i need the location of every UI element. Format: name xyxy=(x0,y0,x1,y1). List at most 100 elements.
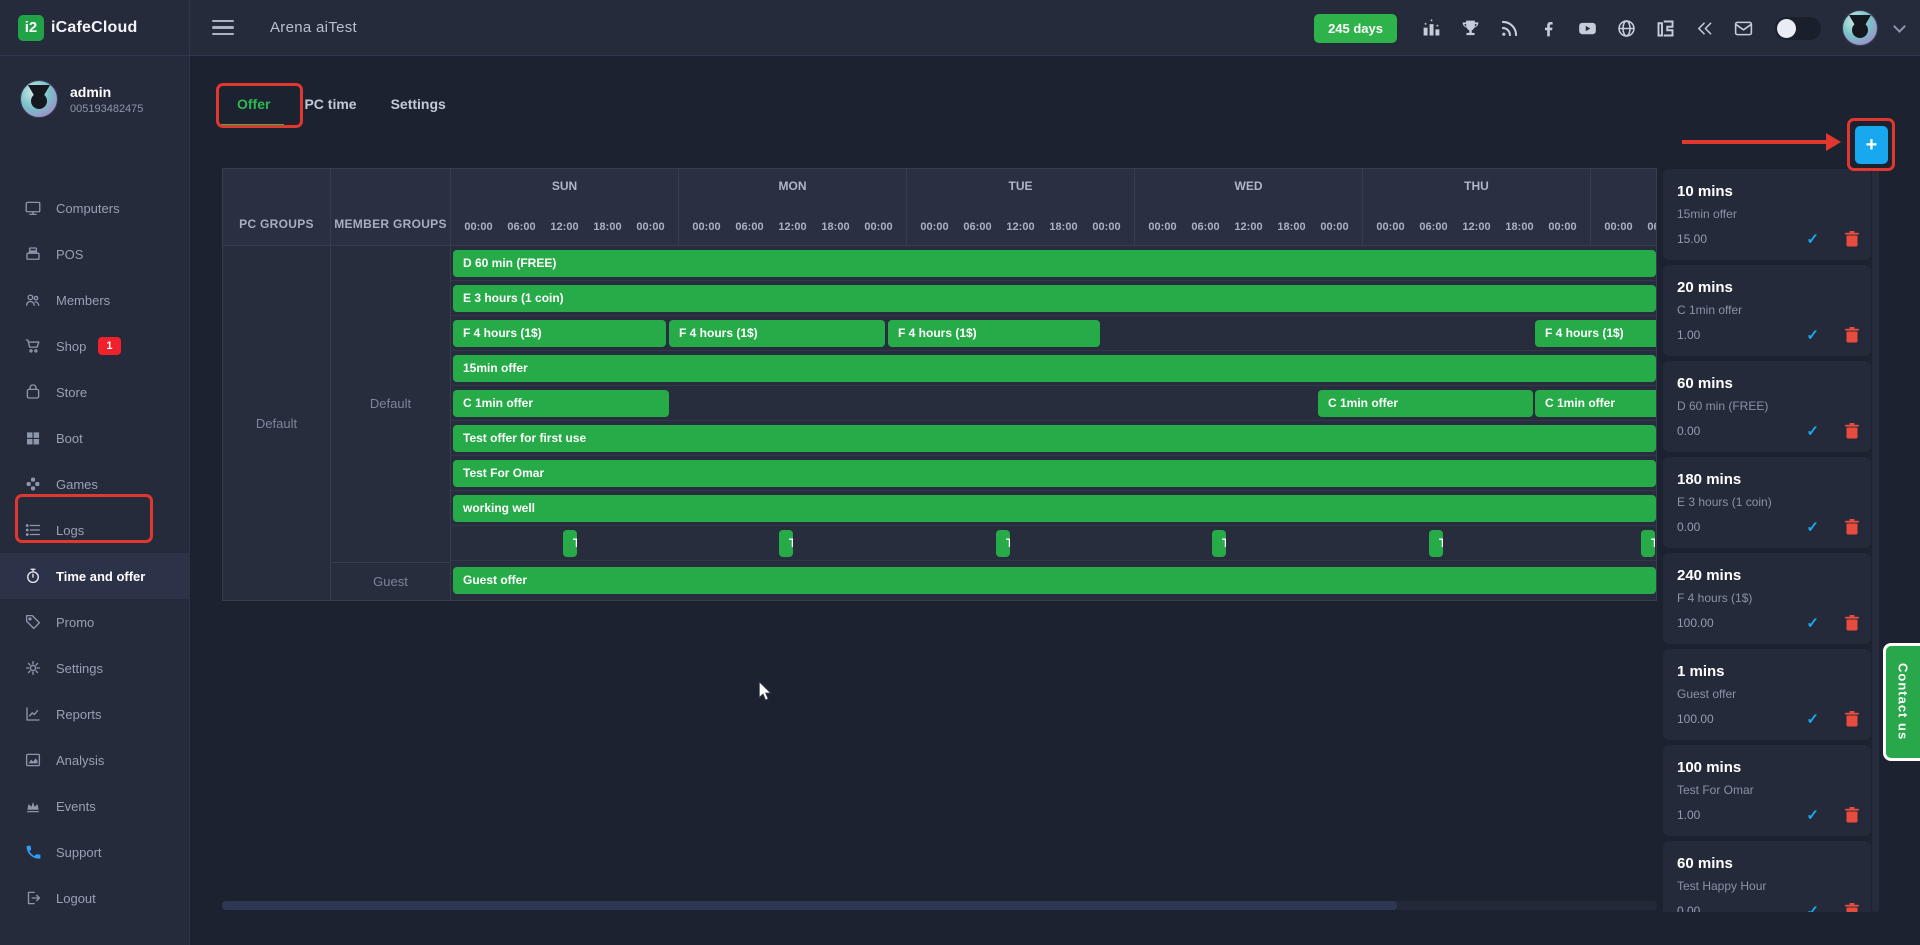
app-window: i2 iCafeCloud Arena aiTest 245 days admi… xyxy=(0,0,1920,945)
offer-duration: 60 mins xyxy=(1677,375,1859,392)
sidebar-item-games[interactable]: Games xyxy=(0,461,190,507)
offer-bar-c-1min-offer[interactable]: C 1min offer xyxy=(1318,390,1533,417)
offer-bar-test-happy-hour[interactable]: Test Happy Hour xyxy=(996,530,1010,557)
offer-bar-f-4-hours-1-[interactable]: F 4 hours (1$) xyxy=(1535,320,1656,347)
sidebar-item-boot[interactable]: Boot xyxy=(0,415,190,461)
sidebar-item-settings[interactable]: Settings xyxy=(0,645,190,691)
trash-icon[interactable] xyxy=(1845,807,1859,823)
sidebar-item-reports[interactable]: Reports xyxy=(0,691,190,737)
trash-icon[interactable] xyxy=(1845,711,1859,727)
check-icon[interactable]: ✓ xyxy=(1806,710,1819,728)
sidebar-item-label: Time and offer xyxy=(56,569,145,584)
mail-icon[interactable] xyxy=(1732,17,1754,39)
annotation-arrow xyxy=(1682,140,1828,144)
schedule-row: D 60 min (FREE) xyxy=(451,246,1656,281)
sidebar-item-label: Store xyxy=(56,385,87,400)
day-name: WED xyxy=(1135,179,1362,193)
sidebar-item-members[interactable]: Members xyxy=(0,277,190,323)
add-offer-button[interactable]: + xyxy=(1855,126,1888,164)
check-icon[interactable]: ✓ xyxy=(1806,614,1819,632)
check-icon[interactable]: ✓ xyxy=(1806,518,1819,536)
offer-bar-working-well[interactable]: working well xyxy=(453,495,1656,522)
offer-bar-15min-offer[interactable]: 15min offer xyxy=(453,355,1656,382)
time-tick: 00:00 xyxy=(685,221,728,233)
icafe-icon[interactable] xyxy=(1654,17,1676,39)
offer-bar-e-3-hours-1-coin-[interactable]: E 3 hours (1 coin) xyxy=(453,285,1656,312)
schedule-row: Test Happy Hour Test Happy Hour Test Happy… xyxy=(451,526,1656,561)
offer-card[interactable]: 10 mins15min offer15.00✓ xyxy=(1663,169,1871,260)
offer-card[interactable]: 60 minsTest Happy Hour0.00✓ xyxy=(1663,841,1871,912)
offer-name: C 1min offer xyxy=(1677,303,1859,317)
theme-toggle[interactable] xyxy=(1775,17,1821,40)
check-icon[interactable]: ✓ xyxy=(1806,806,1819,824)
ranking-icon[interactable] xyxy=(1420,17,1442,39)
schedule-row: working well xyxy=(451,491,1656,526)
sidebar-user-block[interactable]: admin 005193482475 xyxy=(0,56,189,128)
schedule-row: E 3 hours (1 coin) xyxy=(451,281,1656,316)
offer-bar-test-offer-for-first-use[interactable]: Test offer for first use xyxy=(453,425,1656,452)
trash-icon[interactable] xyxy=(1845,231,1859,247)
offer-bar-test-for-omar[interactable]: Test For Omar xyxy=(453,460,1656,487)
sidebar-item-promo[interactable]: Promo xyxy=(0,599,190,645)
trash-icon[interactable] xyxy=(1845,903,1859,912)
check-icon[interactable]: ✓ xyxy=(1806,422,1819,440)
license-days-badge[interactable]: 245 days xyxy=(1314,14,1397,43)
offer-bar-f-4-hours-1-[interactable]: F 4 hours (1$) xyxy=(888,320,1100,347)
offer-bar-f-4-hours-1-[interactable]: F 4 hours (1$) xyxy=(453,320,666,347)
check-icon[interactable]: ✓ xyxy=(1806,326,1819,344)
offer-bar-test-happy-hour[interactable]: Test Happy Hour xyxy=(1212,530,1226,557)
offer-bar-test-happy-hour[interactable]: Test Happy Hour xyxy=(563,530,577,557)
sidebar-item-label: Logout xyxy=(56,891,96,906)
time-ticks: 00:0006:0012:0018:0000:00 xyxy=(1135,221,1362,233)
sidebar-item-logs[interactable]: Logs xyxy=(0,507,190,553)
offer-bar-guest-offer[interactable]: Guest offer xyxy=(453,567,1656,594)
tab-offer[interactable]: Offer xyxy=(237,96,270,126)
offers-panel-scrollbar[interactable] xyxy=(1872,169,1879,912)
offer-card[interactable]: 180 minsE 3 hours (1 coin)0.00✓ xyxy=(1663,457,1871,548)
hamburger-menu-icon[interactable] xyxy=(212,16,234,40)
sidebar-item-analysis[interactable]: Analysis xyxy=(0,737,190,783)
mouse-cursor xyxy=(757,682,775,707)
trophy-icon[interactable] xyxy=(1459,17,1481,39)
horizontal-scrollbar-track[interactable] xyxy=(222,901,1657,910)
trash-icon[interactable] xyxy=(1845,615,1859,631)
tab-settings[interactable]: Settings xyxy=(391,96,446,126)
sidebar-item-support[interactable]: Support xyxy=(0,829,190,875)
sidebar-item-pos[interactable]: POS xyxy=(0,231,190,277)
sidebar-item-shop[interactable]: Shop1 xyxy=(0,323,190,369)
trash-icon[interactable] xyxy=(1845,327,1859,343)
offer-bar-test-happy-hour[interactable]: Test Happy Hour xyxy=(1641,530,1655,557)
time-ticks: 00:0006:0012:0018:0000:00 xyxy=(679,221,906,233)
offer-bar-test-happy-hour[interactable]: Test Happy Hour xyxy=(1429,530,1443,557)
offer-bar-f-4-hours-1-[interactable]: F 4 hours (1$) xyxy=(669,320,885,347)
trash-icon[interactable] xyxy=(1845,423,1859,439)
horizontal-scrollbar-thumb[interactable] xyxy=(222,901,1397,910)
globe-icon[interactable] xyxy=(1615,17,1637,39)
offer-card[interactable]: 20 minsC 1min offer1.00✓ xyxy=(1663,265,1871,356)
user-avatar[interactable] xyxy=(1842,10,1878,46)
contact-us-button[interactable]: Contact us xyxy=(1883,643,1920,761)
offer-card[interactable]: 100 minsTest For Omar1.00✓ xyxy=(1663,745,1871,836)
day-column-mon: MON00:0006:0012:0018:0000:00 xyxy=(679,169,907,245)
trash-icon[interactable] xyxy=(1845,519,1859,535)
offer-card[interactable]: 1 minsGuest offer100.00✓ xyxy=(1663,649,1871,740)
facebook-icon[interactable] xyxy=(1537,17,1559,39)
sidebar-item-logout[interactable]: Logout xyxy=(0,875,190,921)
check-icon[interactable]: ✓ xyxy=(1806,902,1819,912)
chevron-down-icon[interactable] xyxy=(1893,20,1906,33)
youtube-icon[interactable] xyxy=(1576,17,1598,39)
sidebar-item-store[interactable]: Store xyxy=(0,369,190,415)
offer-bar-c-1min-offer[interactable]: C 1min offer xyxy=(453,390,669,417)
offer-bar-c-1min-offer[interactable]: C 1min offer xyxy=(1535,390,1656,417)
offer-card[interactable]: 60 minsD 60 min (FREE)0.00✓ xyxy=(1663,361,1871,452)
sidebar-item-time-and-offer[interactable]: Time and offer xyxy=(0,553,190,599)
offer-bar-d-60-min-free-[interactable]: D 60 min (FREE) xyxy=(453,250,1656,277)
tab-pc-time[interactable]: PC time xyxy=(304,96,356,126)
offer-bar-test-happy-hour[interactable]: Test Happy Hour xyxy=(779,530,793,557)
offer-card[interactable]: 240 minsF 4 hours (1$)100.00✓ xyxy=(1663,553,1871,644)
rss-icon[interactable] xyxy=(1498,17,1520,39)
check-icon[interactable]: ✓ xyxy=(1806,230,1819,248)
chevrons-icon[interactable] xyxy=(1693,17,1715,39)
sidebar-item-events[interactable]: Events xyxy=(0,783,190,829)
sidebar-item-computers[interactable]: Computers xyxy=(0,185,190,231)
